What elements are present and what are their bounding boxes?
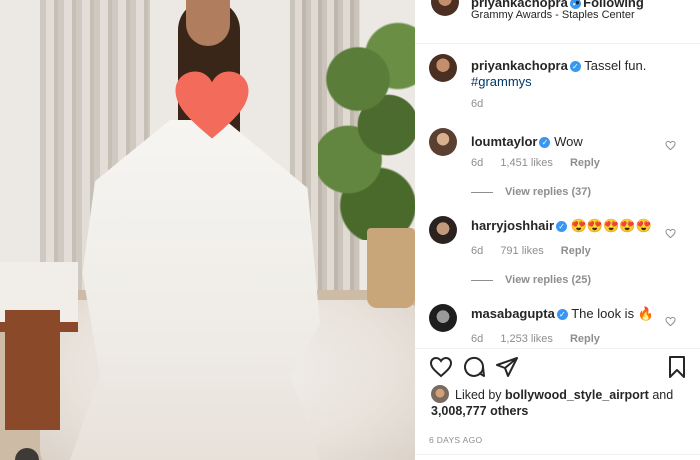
comment-bubble-icon[interactable] xyxy=(462,355,486,379)
heart-sticker xyxy=(175,71,249,139)
commenter-username[interactable]: harryjoshhair xyxy=(471,218,554,233)
caption-text: priyankachopra ✓ Tassel fun. #grammys xyxy=(471,58,661,90)
comment-age[interactable]: 6d xyxy=(471,245,483,257)
comment-text: harryjoshhair ✓ 😍😍😍😍😍 xyxy=(471,218,661,234)
comment-meta: 6d 1,451 likes Reply xyxy=(471,157,614,169)
comment-likes[interactable]: 1,253 likes xyxy=(500,333,553,345)
liker-avatar[interactable] xyxy=(431,385,449,403)
post-actions: Liked by bollywood_style_airport and 3,0… xyxy=(415,348,700,460)
hashtag-link[interactable]: #grammys xyxy=(471,74,532,89)
reply-button[interactable]: Reply xyxy=(570,157,600,169)
comment-text: masabagupta ✓ The look is 🔥 xyxy=(471,306,661,322)
likes-count[interactable]: 3,008,777 others xyxy=(431,404,528,418)
author-avatar[interactable] xyxy=(431,0,459,16)
caption-body: Tassel fun. xyxy=(584,58,647,73)
reply-button[interactable]: Reply xyxy=(561,245,591,257)
verified-badge-icon: ✓ xyxy=(569,61,581,72)
view-replies-label: View replies (25) xyxy=(505,274,592,286)
view-replies-button[interactable]: View replies (25) xyxy=(471,274,591,286)
comment-like-icon[interactable] xyxy=(665,316,676,327)
commenter-avatar[interactable] xyxy=(429,128,457,156)
replies-divider xyxy=(471,279,493,281)
caption-avatar[interactable] xyxy=(429,54,457,82)
comment-body: 😍😍😍😍😍 xyxy=(570,218,652,233)
comment-text: loumtaylor ✓ Wow xyxy=(471,134,661,150)
liked-by-prefix: Liked by xyxy=(455,388,502,402)
liked-by: Liked by bollywood_style_airport and 3,0… xyxy=(431,385,673,419)
liked-by-and: and xyxy=(652,388,674,402)
comment-meta: 6d 791 likes Reply xyxy=(471,245,605,257)
post-photo[interactable] xyxy=(0,0,415,460)
caption-username[interactable]: priyankachopra xyxy=(471,58,568,73)
comment-like-icon[interactable] xyxy=(665,228,676,239)
bookmark-icon[interactable] xyxy=(665,355,689,379)
photo-plant-pot xyxy=(367,228,415,308)
commenter-username[interactable]: masabagupta xyxy=(471,306,555,321)
add-comment-bar[interactable] xyxy=(415,454,700,460)
commenter-avatar[interactable] xyxy=(429,216,457,244)
verified-badge-icon: ✓ xyxy=(556,221,568,232)
paper-plane-icon[interactable] xyxy=(495,355,519,379)
view-replies-button[interactable]: View replies (37) xyxy=(471,186,591,198)
liker-username[interactable]: bollywood_style_airport xyxy=(505,388,649,402)
comment-meta: 6d 1,253 likes Reply xyxy=(471,333,614,345)
reply-button[interactable]: Reply xyxy=(570,333,600,345)
caption-age[interactable]: 6d xyxy=(471,98,483,110)
photo-face xyxy=(186,0,230,46)
photo-plant xyxy=(318,10,415,240)
photo-side-table-base xyxy=(5,310,60,430)
post-header: priyankachopra ✓ • Following Grammy Award… xyxy=(415,0,700,44)
comment-likes[interactable]: 1,451 likes xyxy=(500,157,553,169)
post-time-ago[interactable]: 6 DAYS AGO xyxy=(429,435,482,445)
comment-age[interactable]: 6d xyxy=(471,333,483,345)
comments-list[interactable]: priyankachopra ✓ Tassel fun. #grammys 6d … xyxy=(415,44,700,348)
post-side-panel: priyankachopra ✓ • Following Grammy Award… xyxy=(415,0,700,460)
comment-age[interactable]: 6d xyxy=(471,157,483,169)
replies-divider xyxy=(471,191,493,193)
post-location[interactable]: Grammy Awards - Staples Center xyxy=(471,9,635,21)
comment-body: Wow xyxy=(554,134,583,149)
commenter-username[interactable]: loumtaylor xyxy=(471,134,537,149)
comment-body: The look is 🔥 xyxy=(571,306,654,321)
heart-outline-icon[interactable] xyxy=(429,355,453,379)
caption-meta: 6d xyxy=(471,98,497,110)
verified-badge-icon: ✓ xyxy=(539,137,551,148)
comment-like-icon[interactable] xyxy=(665,140,676,151)
view-replies-label: View replies (37) xyxy=(505,186,592,198)
verified-badge-icon: ✓ xyxy=(556,309,568,320)
comment-likes[interactable]: 791 likes xyxy=(500,245,543,257)
commenter-avatar[interactable] xyxy=(429,304,457,332)
